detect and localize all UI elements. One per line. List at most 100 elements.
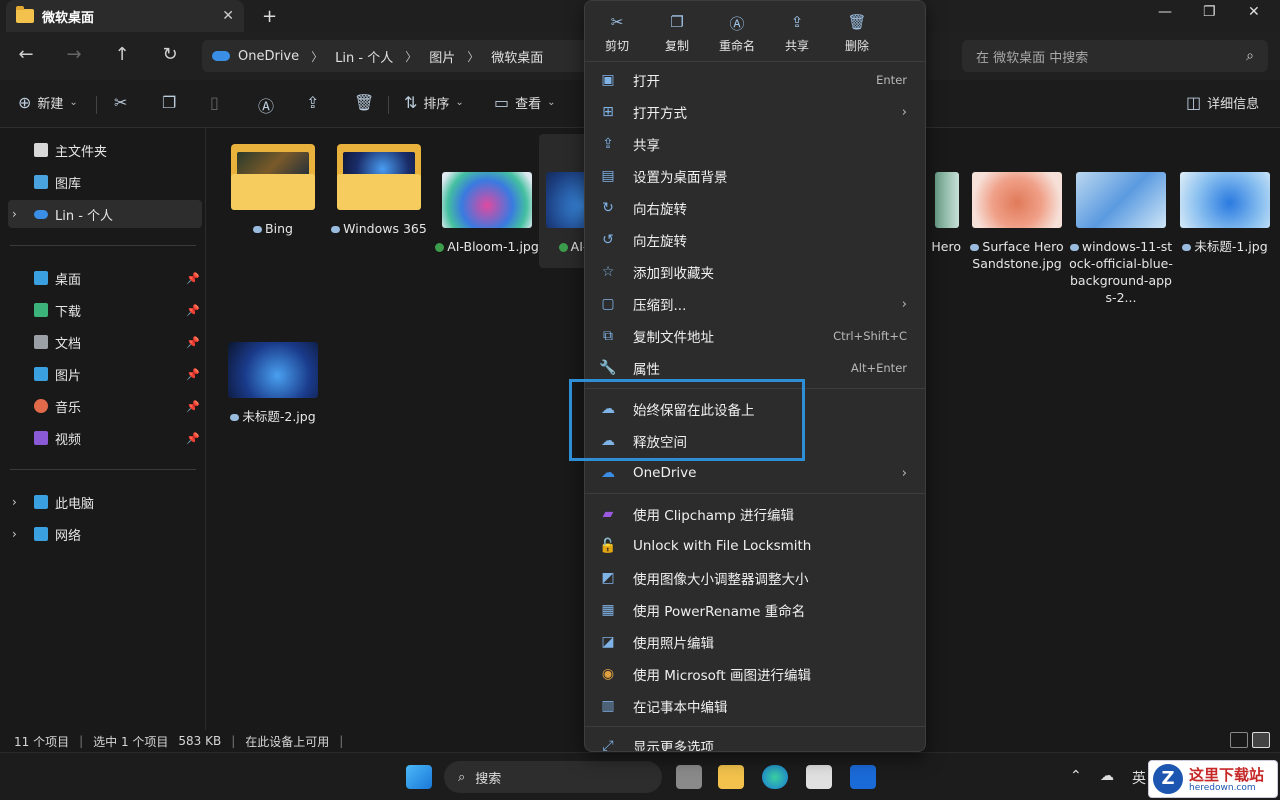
forward-arrow-icon[interactable]: → [62, 44, 86, 65]
chevron-right-icon[interactable]: › [12, 495, 17, 509]
menu-item-file-locksmith[interactable]: 🔓 Unlock with File Locksmith [591, 531, 921, 561]
menu-item-image-resizer[interactable]: ◩ 使用图像大小调整器调整大小 [591, 563, 921, 593]
address-bar[interactable]: OneDrive 〉 Lin - 个人 〉 图片 〉 微软桌面 [202, 40, 592, 72]
file-item[interactable]: Surface Hero Sandstone.jpg [965, 172, 1069, 272]
pc-icon [34, 495, 48, 509]
menu-item-rotate-left[interactable]: ↺ 向左旋转 [591, 225, 921, 255]
sidebar-item-pictures[interactable]: 图片 📌 [8, 360, 202, 388]
breadcrumb-pictures[interactable]: 图片 [429, 47, 455, 66]
chevron-right-icon[interactable]: › [12, 207, 17, 221]
sidebar-item-onedrive[interactable]: › Lin - 个人 [8, 200, 202, 228]
up-arrow-icon[interactable]: ↑ [110, 44, 134, 65]
outlook-icon[interactable] [850, 765, 876, 789]
file-item[interactable]: 未标题-1.jpg [1173, 172, 1277, 255]
sidebar-item-music[interactable]: 音乐 📌 [8, 392, 202, 420]
chevron-right-icon[interactable]: 〉 [405, 48, 417, 65]
tab-current[interactable]: 微软桌面 ✕ [6, 0, 244, 32]
sidebar-item-videos[interactable]: 视频 📌 [8, 424, 202, 452]
image-thumbnail [442, 172, 532, 228]
pin-icon[interactable]: 📌 [186, 304, 200, 317]
menu-item-onedrive[interactable]: ☁ OneDrive › [591, 458, 921, 488]
file-item[interactable]: AI-Bloom-1.jpg [435, 172, 539, 255]
menu-item-label: 打开方式 [633, 106, 687, 122]
copy-action[interactable]: ❐ 复制 [655, 13, 699, 54]
tiles-view-button[interactable] [1252, 732, 1270, 748]
copy-button[interactable]: ❐ [162, 93, 176, 112]
file-item[interactable]: Windows 365 [327, 144, 431, 237]
sidebar-item-label: 图库 [55, 176, 82, 192]
close-window-icon[interactable]: ✕ [1248, 4, 1260, 20]
sidebar-item-network[interactable]: › 网络 [8, 520, 202, 548]
pin-icon[interactable]: 📌 [186, 400, 200, 413]
delete-action[interactable]: 🗑 删除 [835, 13, 879, 54]
taskbar-search[interactable]: ⌕ 搜索 [444, 761, 662, 793]
onedrive-tray-icon[interactable]: ☁ [1100, 768, 1114, 784]
file-explorer-icon[interactable] [718, 765, 744, 789]
close-tab-button[interactable]: ✕ [222, 8, 234, 24]
search-input[interactable]: 在 微软桌面 中搜索 ⌕ [962, 40, 1268, 72]
menu-item-rotate-right[interactable]: ↻ 向右旋转 [591, 193, 921, 223]
share-action[interactable]: ⇪ 共享 [775, 13, 819, 54]
menu-item-set-wallpaper[interactable]: ▤ 设置为桌面背景 [591, 161, 921, 191]
sidebar-item-gallery[interactable]: 图库 [8, 168, 202, 196]
share-button[interactable]: ⇪ [306, 93, 319, 112]
pin-icon[interactable]: 📌 [186, 432, 200, 445]
sort-button[interactable]: ⇅ 排序 ⌄ [404, 93, 464, 112]
chevron-right-icon[interactable]: 〉 [311, 48, 323, 65]
rename-button[interactable]: Ⓐ [258, 93, 274, 117]
chevron-right-icon[interactable]: › [12, 527, 17, 541]
details-view-button[interactable] [1230, 732, 1248, 748]
breadcrumb-current[interactable]: 微软桌面 [491, 47, 543, 66]
menu-item-paint[interactable]: ◉ 使用 Microsoft 画图进行编辑 [591, 659, 921, 689]
sidebar-item-desktop[interactable]: 桌面 📌 [8, 264, 202, 292]
chevron-up-icon[interactable]: ⌃ [1070, 768, 1082, 784]
pin-icon[interactable]: 📌 [186, 272, 200, 285]
cut-action[interactable]: ✂ 剪切 [595, 13, 639, 54]
breadcrumb-lin[interactable]: Lin - 个人 [335, 47, 393, 66]
pin-icon[interactable]: 📌 [186, 368, 200, 381]
sidebar-item-downloads[interactable]: 下载 📌 [8, 296, 202, 324]
file-item[interactable]: Bing [221, 144, 325, 237]
menu-item-open-with[interactable]: ⊞ 打开方式 › [591, 97, 921, 127]
menu-item-add-favorite[interactable]: ☆ 添加到收藏夹 [591, 257, 921, 287]
menu-item-notepad[interactable]: ▥ 在记事本中编辑 [591, 691, 921, 721]
ime-indicator[interactable]: 英 [1132, 768, 1146, 788]
cut-button[interactable]: ✂ [114, 93, 127, 112]
menu-item-powerrename[interactable]: ▦ 使用 PowerRename 重命名 [591, 595, 921, 625]
task-view-icon[interactable] [676, 765, 702, 789]
menu-item-copy-path[interactable]: ⧉ 复制文件地址 Ctrl+Shift+C [591, 321, 921, 351]
store-icon[interactable] [806, 765, 832, 789]
sidebar-item-home[interactable]: 主文件夹 [8, 136, 202, 164]
sidebar-item-documents[interactable]: 文档 📌 [8, 328, 202, 356]
menu-item-photos[interactable]: ◪ 使用照片编辑 [591, 627, 921, 657]
new-tab-button[interactable]: + [262, 6, 277, 27]
menu-item-clipchamp[interactable]: ▰ 使用 Clipchamp 进行编辑 [591, 499, 921, 529]
start-icon[interactable] [406, 765, 432, 789]
chevron-right-icon[interactable]: 〉 [467, 48, 479, 65]
maximize-icon[interactable]: ❐ [1203, 4, 1216, 20]
sidebar-item-this-pc[interactable]: › 此电脑 [8, 488, 202, 516]
refresh-icon[interactable]: ↻ [158, 44, 182, 65]
breadcrumb-onedrive[interactable]: OneDrive [238, 49, 299, 64]
menu-item-share[interactable]: ⇪ 共享 [591, 129, 921, 159]
pin-icon[interactable]: 📌 [186, 336, 200, 349]
menu-item-label: 共享 [633, 138, 660, 154]
delete-button[interactable]: 🗑 [354, 93, 374, 112]
edge-icon[interactable] [762, 765, 788, 789]
menu-item-open[interactable]: ▣ 打开 Enter [591, 65, 921, 95]
menu-item-compress[interactable]: ▢ 压缩到... › [591, 289, 921, 319]
rename-action[interactable]: Ⓐ 重命名 [715, 13, 759, 54]
details-button[interactable]: ◫ 详细信息 [1186, 93, 1259, 112]
menu-item-free-space[interactable]: ☁ 释放空间 [591, 426, 921, 456]
view-button[interactable]: ▭ 查看 ⌄ [494, 93, 556, 112]
menu-item-properties[interactable]: 🔧 属性 Alt+Enter [591, 353, 921, 383]
back-arrow-icon[interactable]: ← [14, 44, 38, 65]
paste-button[interactable]: ▯ [210, 93, 219, 112]
menu-item-keep-on-device[interactable]: ☁ 始终保留在此设备上 [591, 394, 921, 424]
file-item[interactable]: 未标题-2.jpg [221, 342, 325, 425]
file-item[interactable]: windows-11-stock-official-blue-backgroun… [1069, 172, 1173, 306]
menu-item-more-options[interactable]: ⤢ 显示更多选项 [591, 731, 921, 751]
rotate-left-icon: ↺ [602, 232, 614, 248]
minimize-icon[interactable]: — [1158, 4, 1172, 20]
new-button[interactable]: ⊕ 新建 ⌄ [18, 93, 78, 112]
